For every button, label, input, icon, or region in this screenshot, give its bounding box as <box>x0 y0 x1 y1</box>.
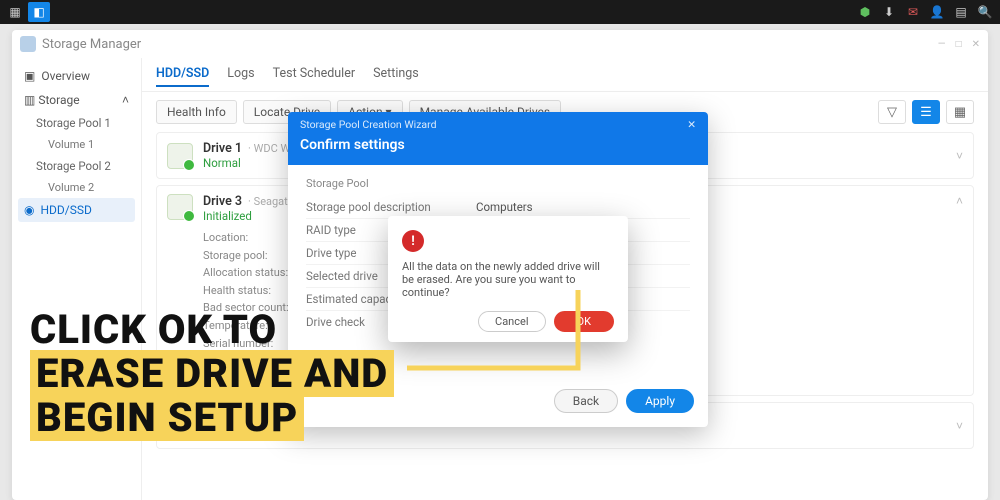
health-info-button[interactable]: Health Info <box>156 100 237 124</box>
wizard-back-button[interactable]: Back <box>554 389 618 413</box>
sidebar-item-storage[interactable]: ▥ Storage˄ <box>12 88 141 112</box>
sidebar-item-volume2[interactable]: Volume 2 <box>12 177 141 198</box>
view-grid-icon[interactable]: ▦ <box>946 100 974 124</box>
drive-icon <box>167 194 193 220</box>
ok-button[interactable]: OK <box>554 311 614 332</box>
alert-message: All the data on the newly added drive wi… <box>402 260 614 299</box>
window-title-text: Storage Manager <box>42 37 141 52</box>
user-icon[interactable]: 👤 <box>926 2 948 22</box>
drive-icon <box>167 143 193 169</box>
wizard-section-label: Storage Pool <box>306 177 690 190</box>
sidebar-item-hdd-ssd[interactable]: ◉ HDD/SSD <box>18 198 135 222</box>
wizard-breadcrumb: Storage Pool Creation Wizard <box>300 118 437 131</box>
tab-settings[interactable]: Settings <box>373 62 419 87</box>
cancel-button[interactable]: Cancel <box>478 311 545 332</box>
erase-confirm-dialog: ! All the data on the newly added drive … <box>388 216 628 342</box>
chevron-down-icon[interactable]: ˅ <box>956 419 963 433</box>
search-icon[interactable]: 🔍 <box>974 2 996 22</box>
os-topbar: ▦ ◧ ⬢ ⬇ ✉ 👤 ▤ 🔍 <box>0 0 1000 24</box>
app-switch-icon[interactable]: ◧ <box>28 2 50 22</box>
sidebar-item-pool1[interactable]: Storage Pool 1 <box>12 112 141 134</box>
wizard-close-icon[interactable]: ✕ <box>687 118 696 131</box>
window-titlebar: Storage Manager — □ ✕ <box>12 30 988 58</box>
tab-hdd-ssd[interactable]: HDD/SSD <box>156 62 209 87</box>
sidebar-item-pool2[interactable]: Storage Pool 2 <box>12 155 141 177</box>
sidebar-item-volume1[interactable]: Volume 1 <box>12 134 141 155</box>
tutorial-caption: Click OK to erase drive and begin setup <box>30 308 394 441</box>
tab-bar: HDD/SSD Logs Test Scheduler Settings <box>142 58 988 92</box>
window-maximize[interactable]: □ <box>956 39 962 50</box>
chevron-up-icon: ˄ <box>122 93 129 107</box>
globe-icon[interactable]: ✉ <box>902 2 924 22</box>
window-minimize[interactable]: — <box>938 39 946 50</box>
window-close[interactable]: ✕ <box>972 39 980 50</box>
app-icon <box>20 36 36 52</box>
tab-logs[interactable]: Logs <box>227 62 254 87</box>
chevron-up-icon[interactable]: ˄ <box>956 194 963 387</box>
filter-icon[interactable]: ▽ <box>878 100 906 124</box>
view-list-icon[interactable]: ☰ <box>912 100 940 124</box>
package-icon[interactable]: ⬢ <box>854 2 876 22</box>
tab-test-scheduler[interactable]: Test Scheduler <box>273 62 355 87</box>
wizard-apply-button[interactable]: Apply <box>626 389 694 413</box>
sidebar-item-overview[interactable]: ▣ Overview <box>12 64 141 88</box>
chevron-down-icon[interactable]: ˅ <box>956 149 963 163</box>
download-icon[interactable]: ⬇ <box>878 2 900 22</box>
dashboard-icon[interactable]: ▤ <box>950 2 972 22</box>
grid-icon[interactable]: ▦ <box>4 2 26 22</box>
alert-icon: ! <box>402 230 424 252</box>
wizard-title: Confirm settings <box>300 137 696 153</box>
